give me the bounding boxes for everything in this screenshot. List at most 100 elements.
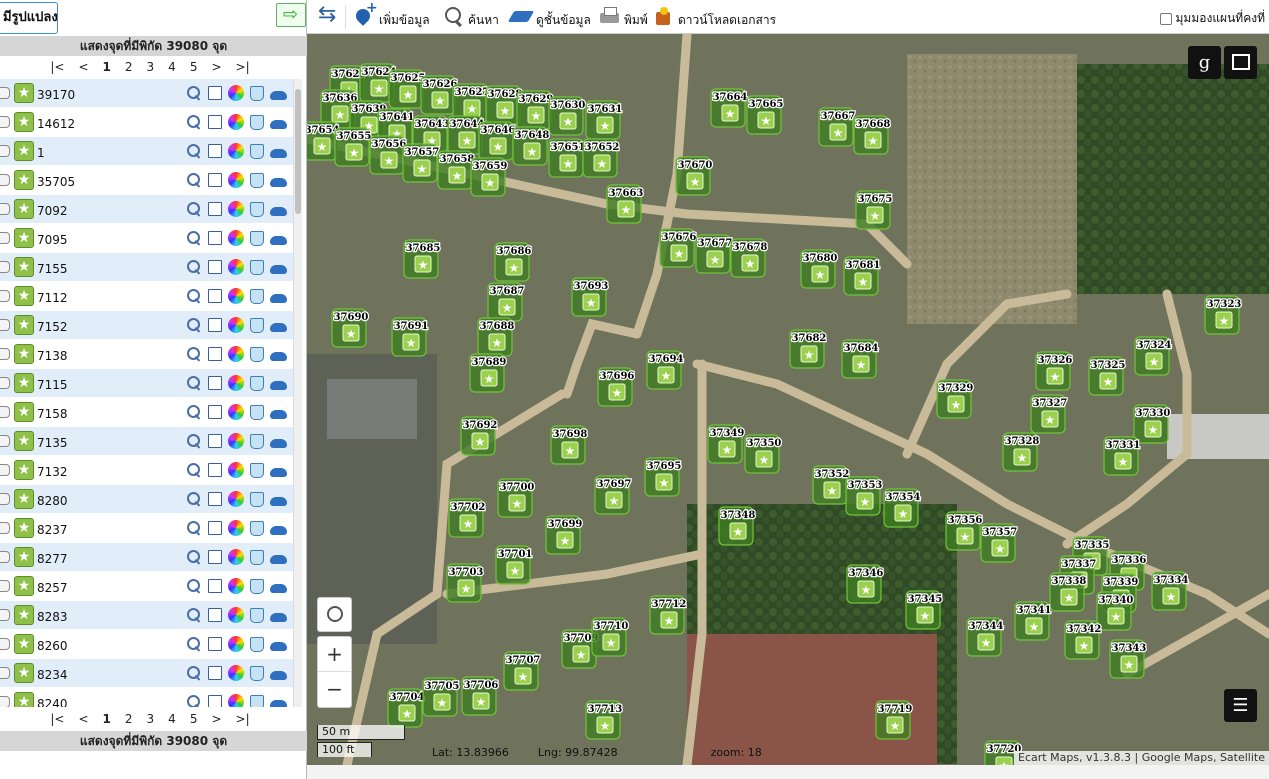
edit-pencil-icon[interactable] <box>0 638 10 650</box>
parcel-37656[interactable]: ★ 37656 <box>369 135 408 175</box>
edit-pencil-icon[interactable] <box>0 551 10 563</box>
color-wheel-icon[interactable] <box>228 665 244 681</box>
export-arrow-icon[interactable] <box>276 3 306 27</box>
car-icon[interactable] <box>270 119 287 129</box>
zoom-icon[interactable] <box>186 172 202 188</box>
parcel-37704[interactable]: ★ 37704 <box>387 688 426 728</box>
parcel-37344[interactable]: ★ 37344 <box>966 617 1005 657</box>
list-item[interactable]: ★ 7155 <box>0 253 293 282</box>
parcel-37651[interactable]: ★ 37651 <box>548 138 587 178</box>
pager-first[interactable]: |< <box>43 56 71 78</box>
list-item[interactable]: ★ 7132 <box>0 456 293 485</box>
zoom-icon[interactable] <box>186 85 202 101</box>
parcel-37702[interactable]: ★ 37702 <box>448 498 487 538</box>
parcel-37629[interactable]: ★ 37629 <box>516 90 555 130</box>
car-icon[interactable] <box>270 583 287 593</box>
zoom-icon[interactable] <box>186 259 202 275</box>
parcel-37707[interactable]: ★ 37707 <box>503 651 542 691</box>
pager-page-3[interactable]: 3 <box>140 56 162 78</box>
square-select-icon[interactable] <box>208 202 222 216</box>
pager-prev[interactable]: < <box>71 56 95 78</box>
fixed-view-toggle[interactable]: มุมมองแผนที่คงที่ <box>1159 9 1265 28</box>
parcel-37346[interactable]: ★ 37346 <box>846 564 885 604</box>
edit-pencil-icon[interactable] <box>0 435 10 447</box>
list-item[interactable]: ★ 7115 <box>0 369 293 398</box>
list-item[interactable]: ★ 7138 <box>0 340 293 369</box>
parcel-37694[interactable]: ★ 37694 <box>646 350 685 390</box>
list-item[interactable]: ★ 7112 <box>0 282 293 311</box>
parcel-37657[interactable]: ★ 37657 <box>402 143 441 183</box>
parcel-37646[interactable]: ★ 37646 <box>478 121 517 161</box>
square-select-icon[interactable] <box>208 347 222 361</box>
parcel-37687[interactable]: ★ 37687 <box>487 282 526 322</box>
parcel-37331[interactable]: ★ 37331 <box>1103 436 1142 476</box>
list-item[interactable]: ★ 7158 <box>0 398 293 427</box>
list-item[interactable]: ★ 7135 <box>0 427 293 456</box>
parcel-37689[interactable]: ★ 37689 <box>469 353 508 393</box>
bucket-icon[interactable] <box>250 491 264 507</box>
parcel-37698[interactable]: ★ 37698 <box>550 425 589 465</box>
zoom-in-button[interactable]: + <box>318 637 351 672</box>
parcel-37685[interactable]: ★ 37685 <box>403 239 442 279</box>
parcel-37700[interactable]: ★ 37700 <box>497 478 536 518</box>
square-select-icon[interactable] <box>208 144 222 158</box>
square-select-icon[interactable] <box>208 492 222 506</box>
scrollbar-thumb[interactable] <box>295 89 301 214</box>
pager-page-3[interactable]: 3 <box>140 708 162 730</box>
pager-page-4[interactable]: 4 <box>161 56 183 78</box>
list-item[interactable]: ★ 35705 <box>0 166 293 195</box>
edit-pencil-icon[interactable] <box>0 116 10 128</box>
edit-pencil-icon[interactable] <box>0 406 10 418</box>
square-select-icon[interactable] <box>208 231 222 245</box>
parcel-37688[interactable]: ★ 37688 <box>477 317 516 357</box>
list-item[interactable]: ★ 8234 <box>0 659 293 688</box>
color-wheel-icon[interactable] <box>228 143 244 159</box>
google-layer-button[interactable]: g <box>1188 46 1221 79</box>
list-scrollbar[interactable] <box>293 79 302 707</box>
parcel-37684[interactable]: ★ 37684 <box>841 339 880 379</box>
parcel-37712[interactable]: ★ 37712 <box>649 595 688 635</box>
parcel-37349[interactable]: ★ 37349 <box>707 424 746 464</box>
car-icon[interactable] <box>270 641 287 651</box>
parcel-37626[interactable]: ★ 37626 <box>420 75 459 115</box>
color-wheel-icon[interactable] <box>228 578 244 594</box>
zoom-icon[interactable] <box>186 346 202 362</box>
parcel-37342[interactable]: ★ 37342 <box>1064 620 1103 660</box>
color-wheel-icon[interactable] <box>228 607 244 623</box>
square-select-icon[interactable] <box>208 405 222 419</box>
parcel-37681[interactable]: ★ 37681 <box>843 256 882 296</box>
color-wheel-icon[interactable] <box>228 549 244 565</box>
edit-pencil-icon[interactable] <box>0 464 10 476</box>
bucket-icon[interactable] <box>250 172 264 188</box>
edit-pencil-icon[interactable] <box>0 696 10 707</box>
satellite-map[interactable]: ★37623★37624★37625★37626★37627★37628★376… <box>307 34 1269 765</box>
view-layers-button[interactable]: ดูชั้นข้อมูล <box>511 6 591 28</box>
pager-last[interactable]: >| <box>229 708 257 730</box>
list-item[interactable]: ★ 1 <box>0 137 293 166</box>
parcel-37652[interactable]: ★ 37652 <box>582 138 621 178</box>
zoom-icon[interactable] <box>186 462 202 478</box>
search-button[interactable]: ค้นหา <box>443 6 499 28</box>
car-icon[interactable] <box>270 612 287 622</box>
zoom-icon[interactable] <box>186 520 202 536</box>
parcel-37680[interactable]: ★ 37680 <box>800 249 839 289</box>
pager-page-5[interactable]: 5 <box>183 56 205 78</box>
zoom-icon[interactable] <box>186 578 202 594</box>
car-icon[interactable] <box>270 206 287 216</box>
parcel-37713[interactable]: ★ 37713 <box>585 700 624 740</box>
parcel-37328[interactable]: ★ 37328 <box>1002 432 1041 472</box>
parcel-37631[interactable]: ★ 37631 <box>585 100 624 140</box>
parcel-37670[interactable]: ★ 37670 <box>675 156 714 196</box>
parcel-37701[interactable]: ★ 37701 <box>495 545 534 585</box>
map-layer-toggle-button[interactable] <box>1224 46 1257 79</box>
pager-page-1[interactable]: 1 <box>96 56 118 78</box>
color-wheel-icon[interactable] <box>228 201 244 217</box>
square-select-icon[interactable] <box>208 376 222 390</box>
map-menu-button[interactable]: ☰ <box>1224 689 1257 722</box>
car-icon[interactable] <box>270 235 287 245</box>
zoom-out-button[interactable]: − <box>318 672 351 707</box>
car-icon[interactable] <box>270 525 287 535</box>
list-item[interactable]: ★ 8237 <box>0 514 293 543</box>
edit-pencil-icon[interactable] <box>0 290 10 302</box>
square-select-icon[interactable] <box>208 318 222 332</box>
